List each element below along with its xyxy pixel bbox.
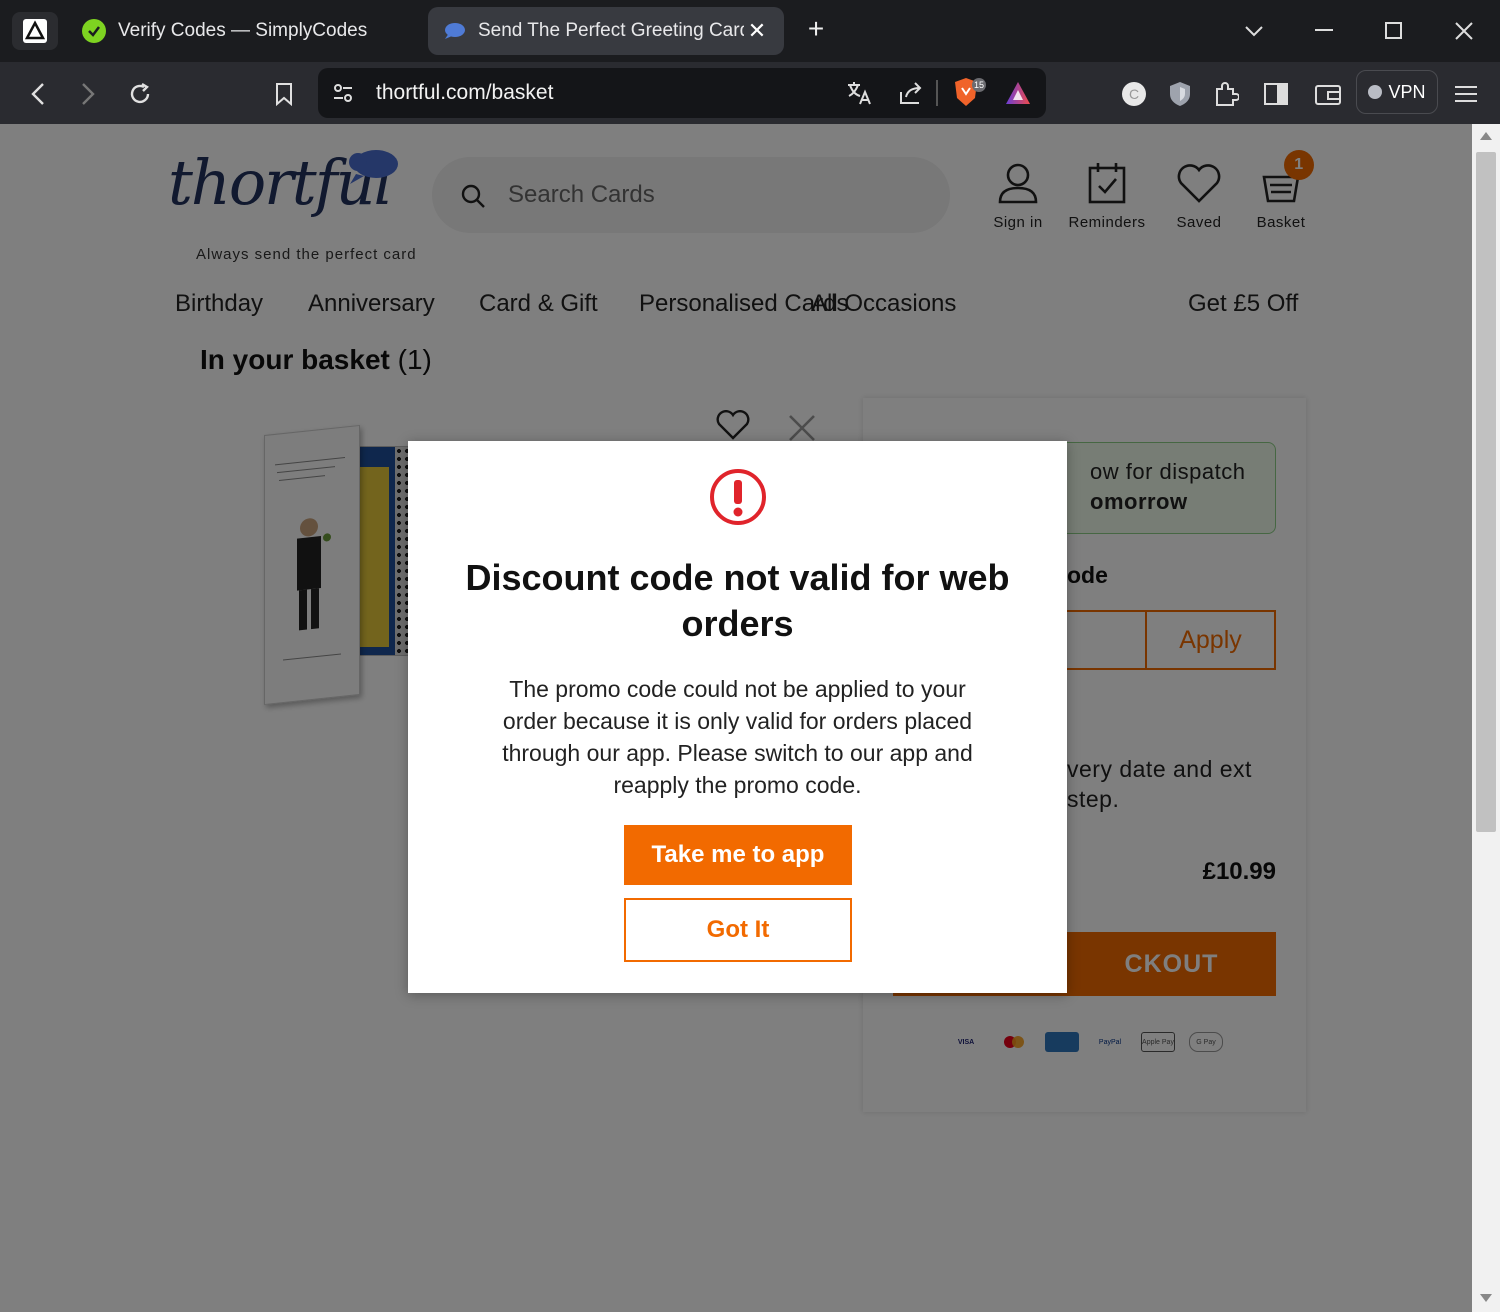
thortful-favicon-icon: [442, 19, 466, 43]
hamburger-menu-icon[interactable]: [1446, 74, 1486, 114]
dialog-message: The promo code could not be applied to y…: [502, 676, 973, 798]
share-icon[interactable]: [898, 80, 924, 111]
take-me-to-app-button[interactable]: Take me to app: [624, 825, 852, 885]
page-scrollbar[interactable]: [1472, 124, 1500, 1312]
forward-arrow-icon[interactable]: [68, 74, 108, 114]
vpn-status-dot-icon: [1368, 85, 1383, 99]
got-it-button[interactable]: Got It: [624, 898, 852, 962]
sidebar-toggle-icon[interactable]: [1256, 74, 1296, 114]
dialog-title: Discount code not valid for web orders: [465, 557, 1010, 644]
translate-icon[interactable]: [846, 80, 872, 111]
window-close-icon[interactable]: [1444, 14, 1484, 48]
tab-close-icon[interactable]: ✕: [744, 18, 770, 44]
svg-text:C: C: [1129, 86, 1139, 102]
scroll-down-arrow-icon[interactable]: [1480, 1294, 1492, 1302]
address-bar[interactable]: thortful.com/basket 15: [318, 68, 1046, 118]
extensions-puzzle-icon[interactable]: [1206, 74, 1246, 114]
browser-toolbar: thortful.com/basket 15 C VPN: [0, 62, 1500, 124]
site-settings-icon[interactable]: [332, 82, 354, 109]
page-viewport: thortful Always send the perfect card Se…: [0, 124, 1472, 1312]
vpn-label: VPN: [1388, 81, 1426, 102]
extension-shield-icon[interactable]: [1160, 74, 1200, 114]
tab-thortful[interactable]: Send The Perfect Greeting Card ✕: [428, 7, 784, 55]
minimize-icon[interactable]: [1304, 14, 1344, 48]
scrollbar-thumb[interactable]: [1476, 152, 1496, 832]
url-text: thortful.com/basket: [376, 81, 554, 104]
new-tab-plus-icon[interactable]: +: [800, 14, 832, 46]
separator: [936, 80, 938, 106]
svg-text:15: 15: [974, 80, 984, 90]
reload-icon[interactable]: [120, 74, 160, 114]
browser-tab-bar: Verify Codes — SimplyCodes Send The Perf…: [0, 0, 1500, 62]
tab-title: Verify Codes — SimplyCodes: [118, 20, 368, 41]
extension-c-icon[interactable]: C: [1114, 74, 1154, 114]
error-exclamation-icon: [710, 469, 766, 525]
maximize-icon[interactable]: [1374, 14, 1414, 48]
back-arrow-icon[interactable]: [18, 74, 58, 114]
browser-menu-logo-button[interactable]: [12, 12, 58, 50]
wallet-icon[interactable]: [1308, 74, 1348, 114]
bookmark-icon[interactable]: [264, 74, 304, 114]
discount-error-dialog: Discount code not valid for web orders T…: [408, 441, 1067, 993]
brave-shields-icon[interactable]: 15: [952, 76, 986, 115]
scroll-up-arrow-icon[interactable]: [1480, 132, 1492, 140]
brave-triangle-icon: [23, 19, 47, 43]
tab-verify-codes[interactable]: Verify Codes — SimplyCodes: [68, 7, 420, 55]
tab-list-chevron-down-icon[interactable]: [1234, 14, 1274, 48]
brave-rewards-icon[interactable]: [1004, 80, 1032, 111]
tab-title: Send The Perfect Greeting Card: [478, 20, 744, 41]
simplycodes-favicon-icon: [82, 19, 106, 43]
vpn-button[interactable]: VPN: [1356, 70, 1438, 114]
